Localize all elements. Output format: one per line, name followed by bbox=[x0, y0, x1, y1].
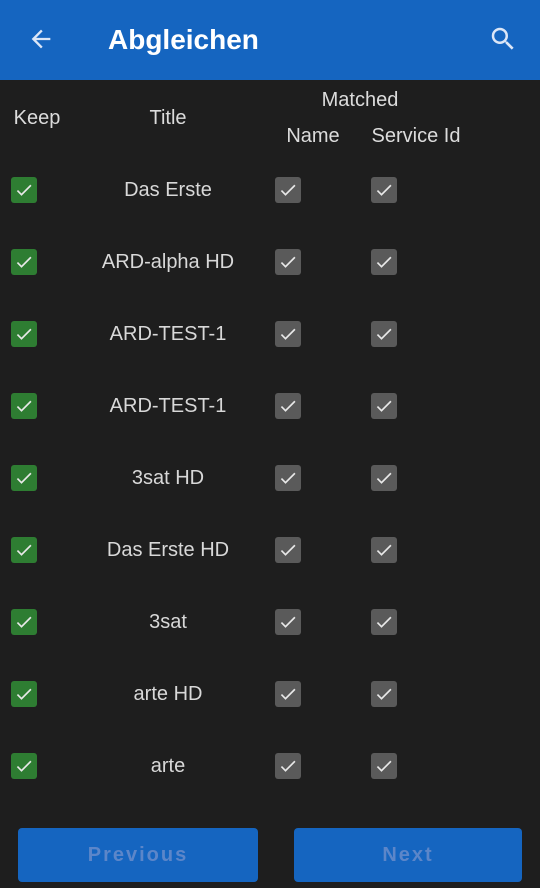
back-button[interactable] bbox=[18, 16, 64, 62]
name-matched-checkbox[interactable] bbox=[274, 464, 302, 492]
check-icon bbox=[376, 328, 392, 340]
previous-button[interactable]: Previous bbox=[18, 828, 258, 882]
page-title: Abgleichen bbox=[108, 24, 259, 55]
table-row: ARD-TEST-1 bbox=[0, 380, 540, 452]
channel-title: ARD-TEST-1 bbox=[109, 323, 227, 345]
check-icon bbox=[280, 760, 296, 772]
keep-checkbox[interactable] bbox=[10, 680, 38, 708]
table-row: Das Erste bbox=[0, 164, 540, 236]
table-row: Das Erste HD bbox=[0, 524, 540, 596]
channel-title: Das Erste HD bbox=[106, 539, 230, 561]
name-matched-checkbox[interactable] bbox=[274, 320, 302, 348]
check-icon bbox=[16, 472, 32, 484]
keep-checkbox[interactable] bbox=[10, 752, 38, 780]
keep-checkbox[interactable] bbox=[10, 176, 38, 204]
check-icon bbox=[280, 688, 296, 700]
check-icon bbox=[16, 760, 32, 772]
table-row: arte HD bbox=[0, 668, 540, 740]
service-id-matched-checkbox[interactable] bbox=[370, 320, 398, 348]
service-id-matched-checkbox[interactable] bbox=[370, 392, 398, 420]
check-icon bbox=[16, 400, 32, 412]
service-id-matched-checkbox[interactable] bbox=[370, 248, 398, 276]
channel-title: ARD-TEST-1 bbox=[109, 395, 227, 417]
channel-title: Das Erste bbox=[124, 179, 212, 201]
channel-title: ARD-alpha HD bbox=[101, 251, 235, 273]
check-icon bbox=[376, 472, 392, 484]
column-header-matched: Matched bbox=[321, 89, 399, 111]
keep-checkbox[interactable] bbox=[10, 248, 38, 276]
name-matched-checkbox[interactable] bbox=[274, 608, 302, 636]
name-matched-checkbox[interactable] bbox=[274, 680, 302, 708]
service-id-matched-checkbox[interactable] bbox=[370, 608, 398, 636]
service-id-matched-checkbox[interactable] bbox=[370, 176, 398, 204]
check-icon bbox=[376, 544, 392, 556]
next-button[interactable]: Next bbox=[294, 828, 522, 882]
table-row: arte bbox=[0, 740, 540, 812]
keep-checkbox[interactable] bbox=[10, 392, 38, 420]
name-matched-checkbox[interactable] bbox=[274, 752, 302, 780]
name-matched-checkbox[interactable] bbox=[274, 176, 302, 204]
table-row: ARD-alpha HD bbox=[0, 236, 540, 308]
check-icon bbox=[16, 544, 32, 556]
check-icon bbox=[280, 544, 296, 556]
channel-title: 3sat HD bbox=[131, 467, 205, 489]
column-header-service-id: Service Id bbox=[371, 125, 461, 147]
check-icon bbox=[280, 472, 296, 484]
keep-checkbox[interactable] bbox=[10, 608, 38, 636]
check-icon bbox=[376, 184, 392, 196]
check-icon bbox=[376, 760, 392, 772]
check-icon bbox=[376, 256, 392, 268]
channel-title: arte bbox=[150, 755, 186, 777]
column-header-title: Title bbox=[149, 107, 187, 129]
search-button[interactable] bbox=[480, 16, 526, 62]
app-bar: Abgleichen bbox=[0, 0, 540, 80]
column-header-name: Name bbox=[286, 125, 340, 147]
service-id-matched-checkbox[interactable] bbox=[370, 680, 398, 708]
check-icon bbox=[376, 616, 392, 628]
keep-checkbox[interactable] bbox=[10, 320, 38, 348]
check-icon bbox=[280, 400, 296, 412]
name-matched-checkbox[interactable] bbox=[274, 248, 302, 276]
check-icon bbox=[376, 688, 392, 700]
service-id-matched-checkbox[interactable] bbox=[370, 752, 398, 780]
table-row: ARD-TEST-1 bbox=[0, 308, 540, 380]
check-icon bbox=[280, 616, 296, 628]
keep-checkbox[interactable] bbox=[10, 464, 38, 492]
check-icon bbox=[280, 328, 296, 340]
channel-title: arte HD bbox=[133, 683, 203, 705]
name-matched-checkbox[interactable] bbox=[274, 536, 302, 564]
check-icon bbox=[376, 400, 392, 412]
check-icon bbox=[16, 328, 32, 340]
service-id-matched-checkbox[interactable] bbox=[370, 464, 398, 492]
name-matched-checkbox[interactable] bbox=[274, 392, 302, 420]
table-row: 3sat bbox=[0, 596, 540, 668]
column-header-keep: Keep bbox=[13, 107, 61, 129]
table-row: 3sat HD bbox=[0, 452, 540, 524]
channel-title: 3sat bbox=[149, 611, 187, 633]
check-icon bbox=[16, 616, 32, 628]
check-icon bbox=[16, 184, 32, 196]
check-icon bbox=[280, 256, 296, 268]
service-id-matched-checkbox[interactable] bbox=[370, 536, 398, 564]
arrow-left-icon bbox=[31, 29, 51, 49]
check-icon bbox=[280, 184, 296, 196]
check-icon bbox=[16, 688, 32, 700]
keep-checkbox[interactable] bbox=[10, 536, 38, 564]
check-icon bbox=[16, 256, 32, 268]
search-icon bbox=[491, 27, 514, 50]
